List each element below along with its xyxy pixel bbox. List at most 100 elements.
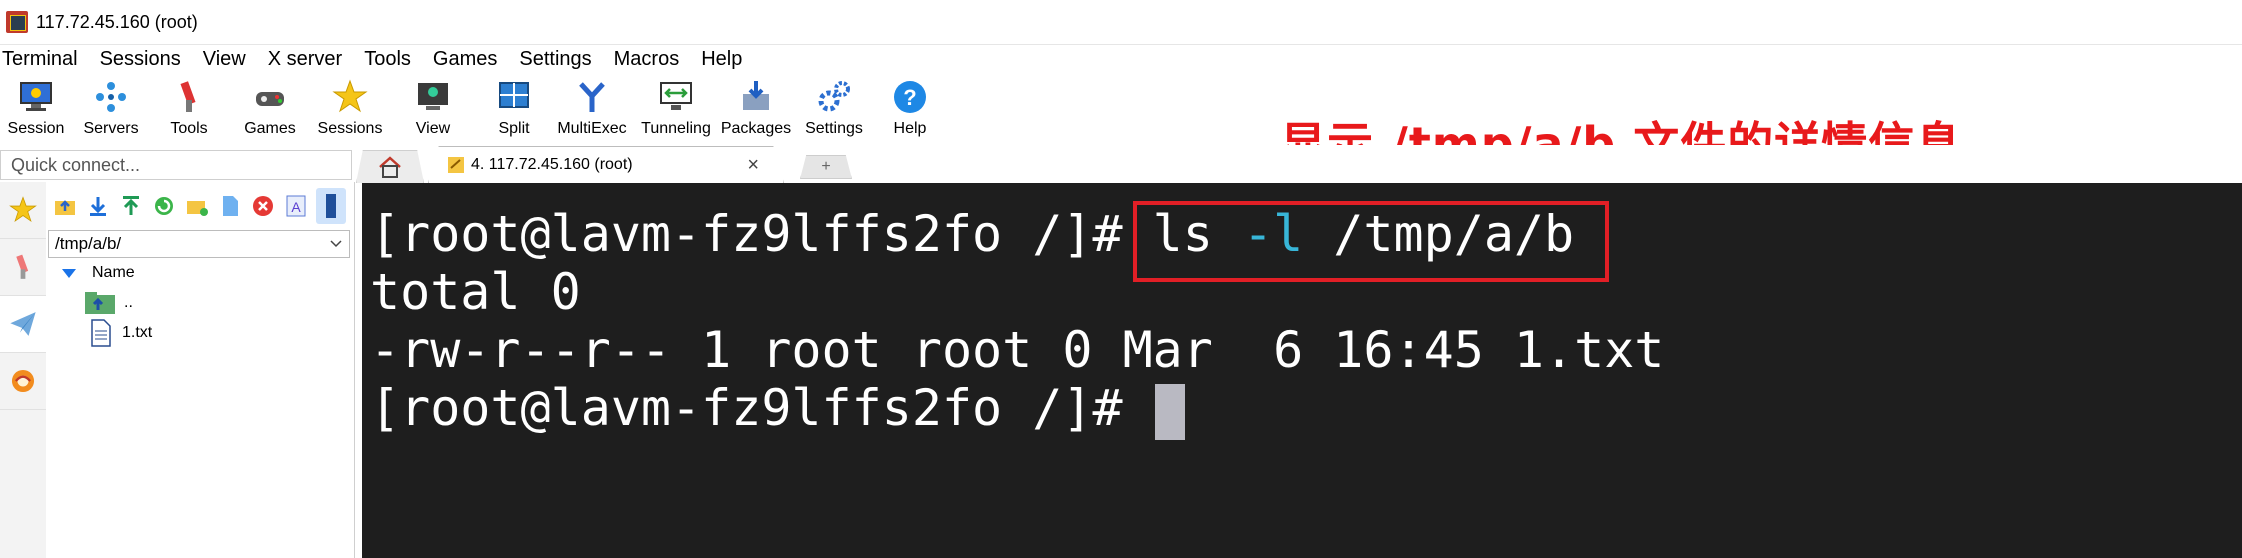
list-item[interactable]: .. [46,288,354,318]
sftp-file-list: Name .. 1.txt [46,258,354,348]
title-bar: 117.72.45.160 (root) [0,0,2242,45]
settings-icon [818,81,850,112]
refresh-icon [155,197,173,215]
plus-icon: + [821,158,831,175]
tools-button[interactable]: Tools [150,74,228,142]
sessions-button[interactable]: Sessions [312,74,388,142]
new-folder-icon [187,201,208,216]
packages-icon [743,81,769,110]
command-highlight-box [1133,201,1609,282]
sidebar-tab-sftp[interactable] [0,296,46,353]
star-icon [9,196,37,223]
terminal-prompt: [root@lavm-fz9lffs2fo /]# [370,205,1153,263]
sessions-label: Sessions [317,120,383,137]
tab-terminal-session[interactable]: 4. 117.72.45.160 (root) × [428,146,784,183]
tools-icon [180,81,196,112]
tools-icon [16,254,29,279]
terminal-prompt: [root@lavm-fz9lffs2fo /]# [370,379,1153,437]
sftp-up-folder-button[interactable] [52,193,78,219]
menu-bar: Terminal Sessions View X server Tools Ga… [0,44,2242,74]
terminal-line-total: total 0 [370,263,581,321]
packages-label: Packages [720,120,792,137]
servers-button[interactable]: Servers [72,74,150,142]
sftp-column-header[interactable]: Name [46,258,354,288]
sftp-delete-button[interactable] [250,193,276,219]
parent-folder-icon [85,292,115,314]
menu-sessions[interactable]: Sessions [100,48,181,71]
multiexec-button[interactable]: MultiExec [550,74,634,142]
sftp-toolbar: A [46,182,354,230]
sftp-new-folder-button[interactable] [184,193,210,219]
svg-text:A: A [291,199,301,215]
session-label: Session [7,120,65,137]
new-tab-button[interactable]: + [800,155,852,179]
paper-plane-icon [10,312,36,336]
settings-button[interactable]: Settings [794,74,874,142]
sidebar-tab-macros[interactable] [0,353,46,410]
view-button[interactable]: View [388,74,478,142]
menu-terminal[interactable]: Terminal [2,48,78,71]
tools-label: Tools [170,120,208,137]
terminal-tab-icon [448,157,464,173]
rename-icon: A [286,195,306,217]
star-icon [332,79,368,113]
help-button[interactable]: ? Help [874,74,946,142]
split-button[interactable]: Split [478,74,550,142]
split-label: Split [498,120,530,137]
menu-settings[interactable]: Settings [519,48,591,71]
help-icon: ? [894,81,926,113]
sidebar-tabs [0,182,47,558]
menu-macros[interactable]: Macros [614,48,680,71]
delete-icon [253,196,273,216]
sftp-follow-terminal-toggle[interactable] [316,188,346,224]
packages-button[interactable]: Packages [718,74,794,142]
menu-view[interactable]: View [203,48,246,71]
sftp-rename-button[interactable]: A [283,193,309,219]
split-icon [499,82,529,108]
upload-icon [123,196,139,215]
sidebar-tab-sessions[interactable] [0,182,46,239]
games-label: Games [244,120,296,137]
sftp-path-select[interactable]: /tmp/a/b/ [48,230,350,258]
file-name: 1.txt [122,324,153,341]
column-name-label: Name [92,264,135,281]
home-icon [379,156,401,178]
download-icon [90,197,106,216]
folder-up-icon [55,200,75,215]
new-file-icon [223,196,238,216]
tab-label: 4. 117.72.45.160 (root) [471,156,633,173]
file-name: .. [124,294,133,311]
menu-games[interactable]: Games [433,48,497,71]
games-button[interactable]: Games [228,74,312,142]
session-button[interactable]: Session [0,74,72,142]
tab-close-icon[interactable]: × [747,154,759,177]
file-icon [91,319,111,347]
help-label: Help [893,120,927,137]
sftp-upload-button[interactable] [118,193,144,219]
settings-label: Settings [805,120,863,137]
terminal-cursor [1154,383,1185,440]
sftp-panel: A /tmp/a/b/ Name .. 1.txt [46,182,355,558]
session-tab-strip: 4. 117.72.45.160 (root) × + [356,145,2242,183]
sidebar-tab-tools[interactable] [0,239,46,296]
multiexec-label: MultiExec [557,120,627,137]
view-icon [418,83,448,110]
home-tab[interactable] [356,150,424,183]
macro-icon [11,369,35,393]
sftp-path-value: /tmp/a/b/ [55,234,122,253]
quick-connect[interactable] [0,150,353,180]
list-item[interactable]: 1.txt [46,318,354,348]
menu-x-server[interactable]: X server [268,48,342,71]
multiexec-icon [579,82,605,112]
sftp-new-file-button[interactable] [217,193,243,219]
menu-help[interactable]: Help [701,48,742,71]
quick-connect-input[interactable] [9,151,353,179]
sftp-refresh-button[interactable] [151,193,177,219]
tunneling-label: Tunneling [641,120,711,137]
app-icon [6,11,28,33]
svg-text:?: ? [903,85,916,110]
menu-tools[interactable]: Tools [364,48,411,71]
terminal-line-file: -rw-r--r-- 1 root root 0 Mar 6 16:45 1.t… [370,321,1665,379]
sftp-download-button[interactable] [85,193,111,219]
tunneling-button[interactable]: Tunneling [634,74,718,142]
